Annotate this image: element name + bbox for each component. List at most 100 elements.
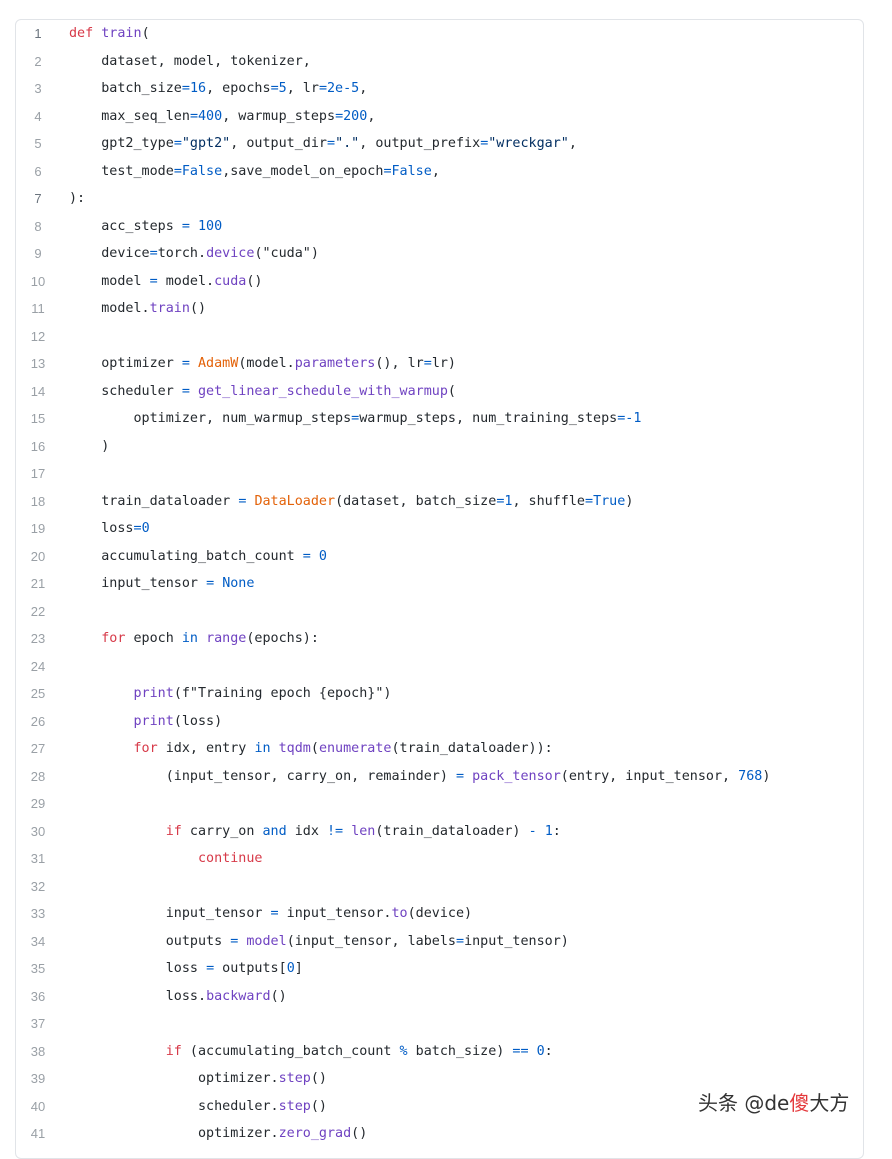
code-token: optimizer, num_warmup_steps	[69, 411, 352, 426]
code-token: AdamW	[198, 356, 239, 371]
line-number: 9	[34, 246, 42, 261]
code-token: (model.	[238, 356, 295, 371]
code-token: (dataset, batch_size	[335, 493, 497, 509]
line-number: 1	[34, 26, 42, 41]
code-token: in	[181, 631, 198, 646]
code-token: ,	[359, 81, 368, 96]
code-line: 33 input_tensor = input_tensor.to(device…	[16, 900, 863, 928]
line-number: 7	[34, 191, 42, 206]
code-token: =	[327, 136, 336, 151]
code-token: model	[69, 273, 150, 289]
code-token: =	[335, 108, 344, 124]
code-line: 26 print(loss)	[16, 708, 863, 736]
code-token: 0	[286, 961, 295, 976]
code-text: for idx, entry in tqdm(enumerate(train_d…	[69, 735, 553, 763]
code-token: , output_prefix	[359, 136, 481, 151]
code-token: ()	[270, 988, 287, 1004]
line-number: 25	[30, 686, 46, 701]
code-line: 24	[16, 653, 863, 681]
line-number: 13	[30, 356, 46, 371]
code-token: ,	[568, 136, 577, 151]
code-token: =	[181, 383, 190, 399]
code-token: =	[585, 493, 594, 509]
code-text: device=torch.device("cuda")	[69, 240, 319, 268]
code-token: for	[101, 631, 126, 646]
code-token: device	[206, 246, 255, 261]
code-token: (train_dataloader)):	[391, 741, 553, 756]
code-token: (input_tensor, carry_on, remainder)	[69, 768, 456, 784]
watermark-prefix: 头条 @de	[698, 1091, 790, 1115]
code-text: (input_tensor, carry_on, remainder) = pa…	[69, 763, 771, 791]
code-block[interactable]: 1 def train(2 dataset, model, tokenizer, 3…	[15, 19, 864, 1159]
code-token: in	[254, 741, 271, 756]
code-token: ]	[294, 961, 303, 976]
code-token: (device)	[407, 906, 473, 921]
watermark-accent: 傻	[789, 1091, 810, 1115]
code-token: enumerate	[318, 741, 392, 756]
code-token: device	[69, 246, 150, 261]
code-token: =	[423, 356, 432, 371]
code-token: get_linear_schedule_with_warmup	[198, 383, 448, 399]
code-token: torch.	[157, 246, 207, 261]
line-number: 14	[30, 383, 46, 399]
code-token: if	[165, 1043, 182, 1059]
code-text: scheduler = get_linear_schedule_with_war…	[69, 378, 456, 406]
code-token: model.	[69, 301, 150, 316]
code-line: 14 scheduler = get_linear_schedule_with_…	[16, 378, 863, 406]
line-number: 20	[30, 548, 46, 564]
code-line: 21 input_tensor = None	[16, 570, 863, 598]
code-token: ==	[512, 1043, 529, 1059]
code-token: =	[133, 521, 142, 536]
code-line: 5 gpt2_type="gpt2", output_dir=".", outp…	[16, 130, 863, 158]
code-token: lr)	[431, 356, 456, 371]
code-token: optimizer	[69, 356, 182, 371]
line-number: 17	[30, 466, 46, 481]
code-token: test_mode	[69, 163, 174, 179]
code-token: , lr	[286, 81, 319, 96]
code-token: (	[141, 26, 150, 41]
code-token: idx	[286, 823, 327, 839]
code-line: 13 optimizer = AdamW(model.parameters(),…	[16, 350, 863, 378]
code-token: =	[173, 136, 182, 151]
code-token: input_tensor.	[278, 906, 392, 921]
code-line: 2 dataset, model, tokenizer,	[16, 48, 863, 76]
code-token: =	[206, 576, 215, 591]
code-text: optimizer.step()	[69, 1065, 327, 1093]
code-token: (), lr	[375, 356, 424, 371]
code-token: ,save_model_on_epoch	[222, 163, 384, 179]
line-number: 19	[30, 521, 46, 536]
line-number: 28	[30, 768, 46, 784]
code-token: train	[101, 26, 142, 41]
code-token: input_tensor	[69, 906, 271, 921]
line-number: 2	[34, 53, 42, 69]
code-token: gpt2_type	[69, 136, 174, 151]
code-token: =	[455, 768, 465, 784]
code-text: dataset, model, tokenizer,	[69, 48, 311, 76]
code-text: train_dataloader = DataLoader(dataset, b…	[69, 488, 633, 516]
code-text: )	[69, 433, 109, 461]
code-line: 12	[16, 323, 863, 351]
line-number: 35	[30, 961, 46, 976]
code-line: 32	[16, 873, 863, 901]
line-number: 23	[30, 631, 46, 646]
code-token: loss	[69, 521, 134, 536]
code-text: outputs = model(input_tensor, labels=inp…	[69, 928, 569, 956]
watermark: 头条 @de傻大方	[698, 1087, 849, 1116]
code-token: to	[391, 906, 408, 921]
code-token: ()	[310, 1071, 327, 1086]
code-line: 30 if carry_on and idx != len(train_data…	[16, 818, 863, 846]
code-line: 34 outputs = model(input_tensor, labels=…	[16, 928, 863, 956]
code-text: def train(	[69, 20, 150, 48]
code-line: 38 if (accumulating_batch_count % batch_…	[16, 1038, 863, 1066]
code-token: , output_dir	[230, 136, 327, 151]
line-number: 3	[34, 81, 42, 96]
code-token: =	[456, 933, 465, 949]
